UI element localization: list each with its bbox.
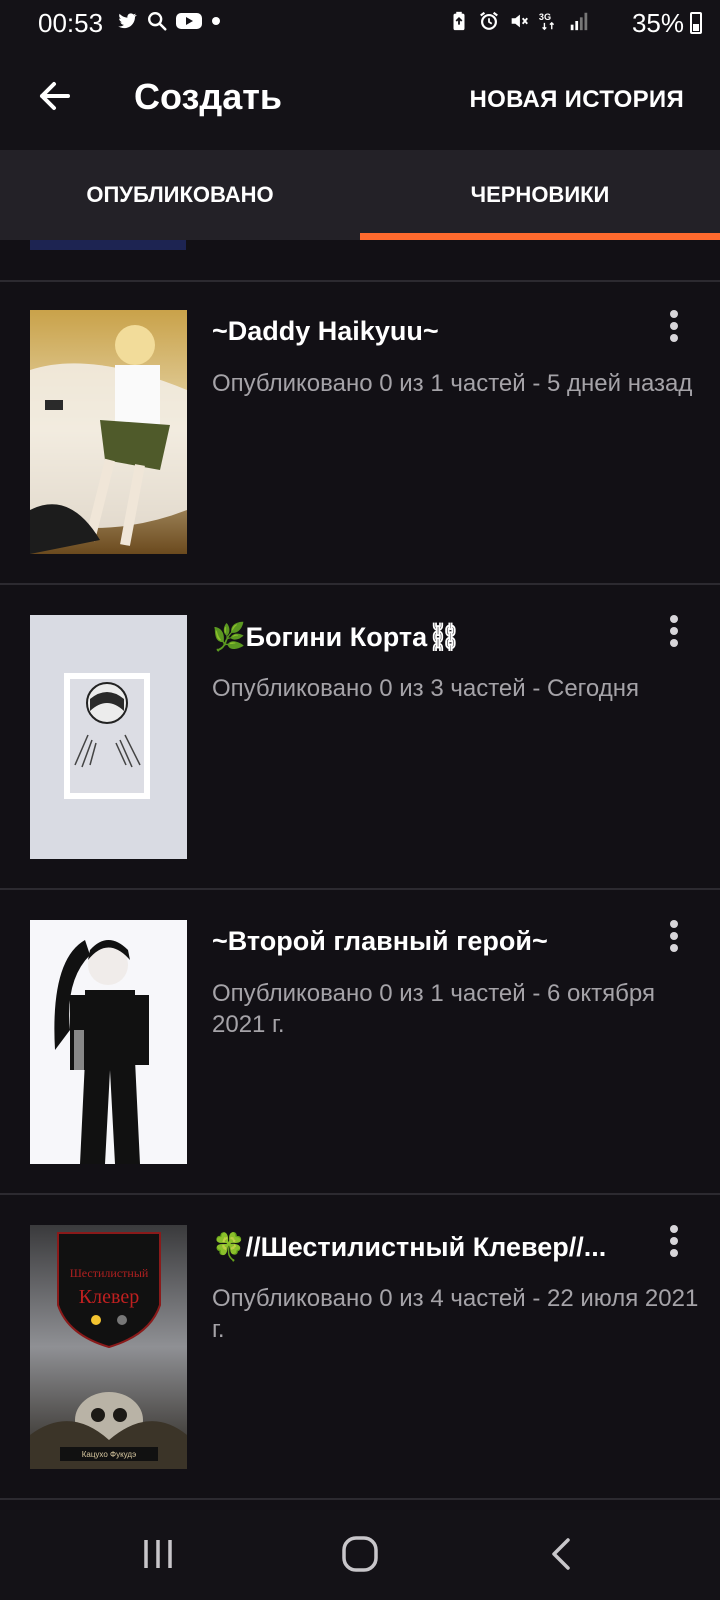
cover-title-line2: Клевер	[79, 1286, 139, 1308]
list-item-partial[interactable]	[0, 240, 720, 282]
story-cover	[30, 920, 187, 1164]
story-item[interactable]: 🌿Богини Корта⛓ Опубликовано 0 из 3 часте…	[0, 585, 720, 890]
story-cover	[30, 240, 186, 250]
mute-icon	[511, 14, 528, 28]
story-item[interactable]: ~Второй главный герой~ Опубликовано 0 из…	[0, 890, 720, 1195]
story-title: ~Второй главный герой~	[212, 926, 548, 956]
back-arrow-icon[interactable]	[32, 72, 80, 120]
system-nav-bar	[0, 1510, 720, 1600]
more-options-icon[interactable]	[662, 1225, 686, 1261]
youtube-icon	[176, 13, 202, 29]
cover-author: Кацухо Фукудэ	[82, 1450, 137, 1459]
story-item[interactable]: Шестилистный Клевер Кацухо Фукудэ 🍀//Шес…	[0, 1195, 720, 1500]
cover-title-line1: Шестилистный	[70, 1266, 149, 1280]
3g-icon: 3G	[539, 12, 555, 31]
story-cover: Шестилистный Клевер Кацухо Фукудэ	[30, 1225, 187, 1469]
back-nav-icon[interactable]	[542, 1534, 582, 1574]
battery-icon	[690, 12, 702, 34]
story-title: 🌿Богини Корта⛓	[212, 622, 462, 652]
story-meta: Опубликовано 0 из 3 частей - Сегодня	[212, 675, 639, 702]
twitter-icon	[118, 13, 137, 29]
page-title: Создать	[134, 76, 283, 117]
more-options-icon[interactable]	[662, 615, 686, 651]
dot-icon	[212, 17, 220, 25]
signal-icon	[570, 12, 588, 31]
story-cover	[30, 310, 187, 554]
story-meta: Опубликовано 0 из 1 частей - 6 октября 2…	[212, 980, 655, 1038]
story-cover	[30, 615, 187, 859]
app-bar: Создать НОВАЯ ИСТОРИЯ	[0, 46, 720, 150]
tab-bar: ОПУБЛИКОВАНО ЧЕРНОВИКИ	[0, 150, 720, 240]
recent-apps-icon[interactable]	[138, 1534, 178, 1574]
home-icon[interactable]	[340, 1534, 380, 1574]
story-meta: Опубликовано 0 из 4 частей - 22 июля 202…	[212, 1285, 699, 1343]
search-icon	[148, 12, 167, 31]
story-title: ~Daddy Haikyuu~	[212, 316, 439, 346]
tab-published[interactable]: ОПУБЛИКОВАНО	[0, 150, 360, 240]
story-item[interactable]: ~Daddy Haikyuu~ Опубликовано 0 из 1 част…	[0, 280, 720, 585]
story-title: 🍀//Шестилистный Клевер//...	[212, 1232, 607, 1262]
new-story-button[interactable]: НОВАЯ ИСТОРИЯ	[469, 86, 684, 114]
more-options-icon[interactable]	[662, 920, 686, 956]
battery-saver-icon	[453, 11, 465, 31]
tab-drafts[interactable]: ЧЕРНОВИКИ	[360, 150, 720, 240]
story-list: ~Daddy Haikyuu~ Опубликовано 0 из 1 част…	[0, 240, 720, 1510]
story-meta: Опубликовано 0 из 1 частей - 5 дней наза…	[212, 370, 693, 397]
more-options-icon[interactable]	[662, 310, 686, 346]
svg-text:3G: 3G	[539, 12, 551, 22]
status-bar: 00:53 3G 35%	[0, 0, 720, 46]
status-time: 00:53	[38, 8, 104, 38]
alarm-icon	[480, 11, 498, 30]
battery-percent: 35%	[631, 8, 684, 38]
